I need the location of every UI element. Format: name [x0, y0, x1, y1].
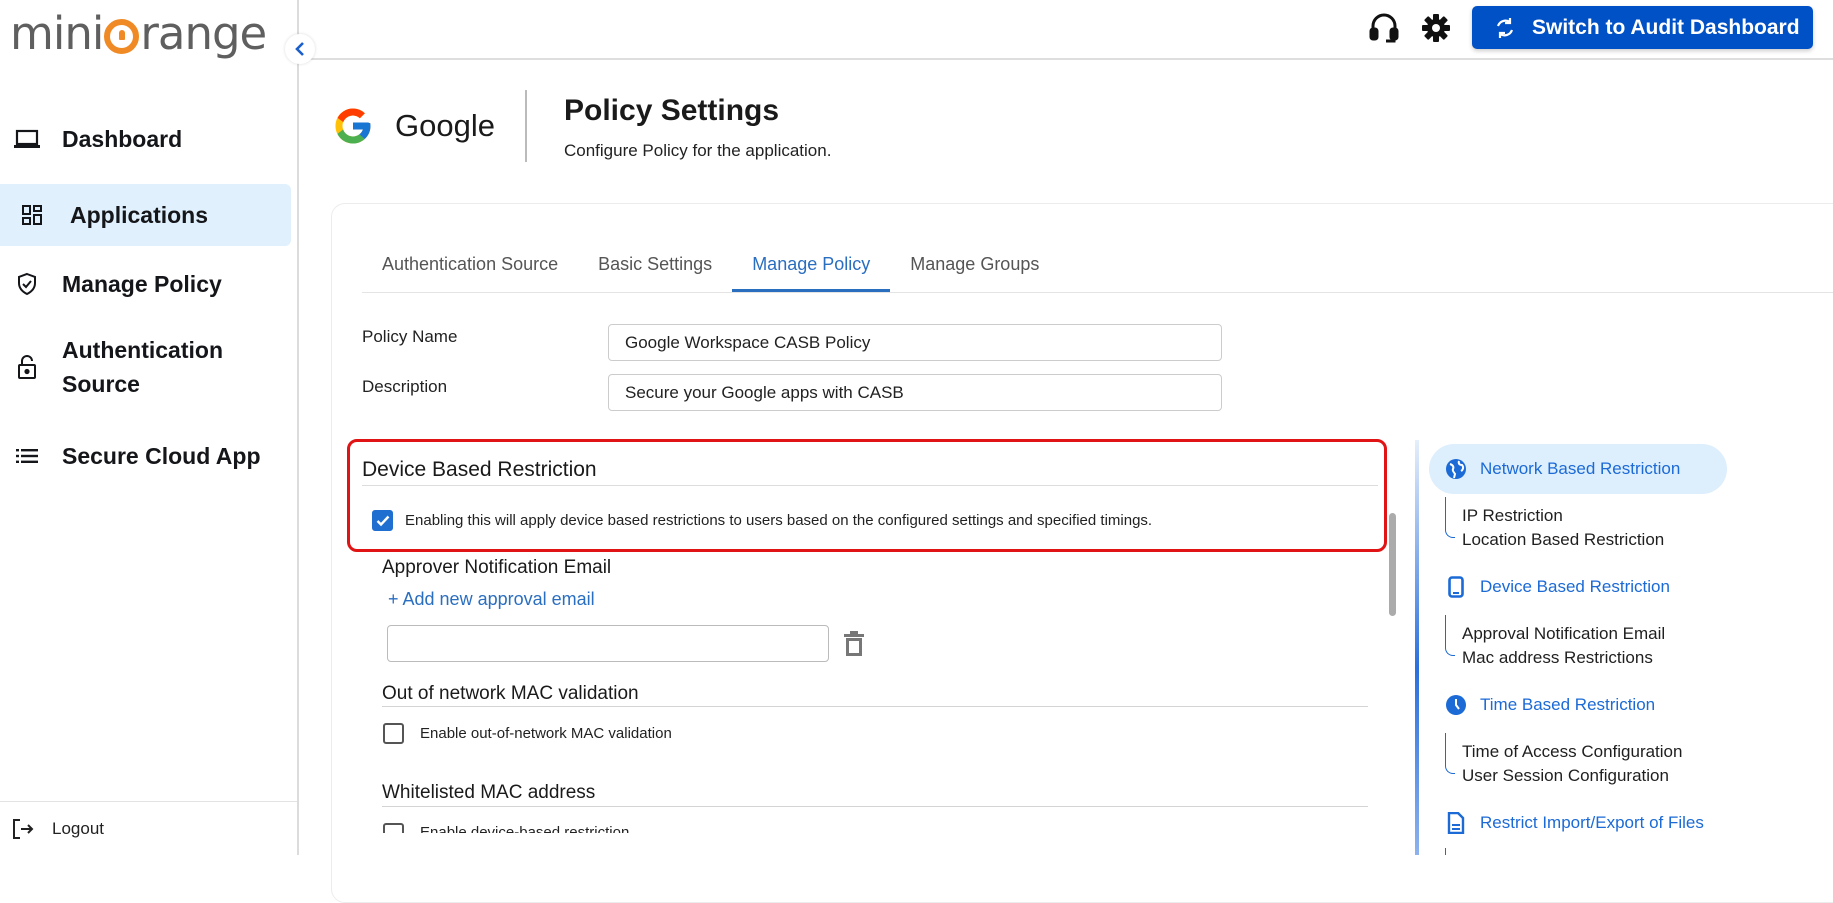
- whitelist-row-clip: Enable device-based restriction: [0, 823, 1400, 833]
- rnav-user-session-configuration[interactable]: User Session Configuration: [1462, 766, 1669, 786]
- approver-email-title: Approver Notification Email: [382, 557, 612, 578]
- whitelisted-mac-title: Whitelisted MAC address: [382, 782, 596, 803]
- content-scrollbar[interactable]: [1389, 513, 1396, 616]
- rnav-device-based-restriction[interactable]: Device Based Restriction: [1429, 562, 1670, 612]
- tree-connector: [1445, 615, 1455, 656]
- mac-validation-divider: [382, 706, 1368, 707]
- rnav-section-label: Device Based Restriction: [1480, 577, 1670, 596]
- tree-connector: [1445, 848, 1446, 855]
- mobile-icon: [1445, 576, 1467, 598]
- header-divider: [524, 90, 527, 162]
- settings-gear-icon[interactable]: [1421, 13, 1451, 43]
- sidebar-nav: Dashboard Applications Manage Policy Aut…: [0, 115, 291, 480]
- logo-text-left: mini: [10, 6, 104, 60]
- audit-button-label: Switch to Audit Dashboard: [1532, 15, 1800, 39]
- globe-icon: [1445, 458, 1467, 480]
- rnav-approval-notification-email[interactable]: Approval Notification Email: [1462, 624, 1665, 644]
- sync-icon: [1494, 17, 1516, 39]
- switch-to-audit-dashboard-button[interactable]: Switch to Audit Dashboard: [1472, 6, 1813, 49]
- rnav-section-label: Network Based Restriction: [1480, 459, 1681, 478]
- policy-name-label: Policy Name: [362, 327, 458, 346]
- policy-tabs: Authentication Source Basic Settings Man…: [362, 240, 1059, 292]
- mac-validation-checkbox-label: Enable out-of-network MAC validation: [420, 725, 672, 742]
- rnav-network-based-restriction[interactable]: Network Based Restriction: [1429, 444, 1727, 494]
- tab-manage-policy[interactable]: Manage Policy: [732, 240, 891, 292]
- mac-validation-title: Out of network MAC validation: [382, 683, 639, 704]
- checkmark-icon: [376, 515, 389, 526]
- whitelisted-mac-divider: [382, 806, 1368, 807]
- whitelist-checkbox[interactable]: [383, 823, 404, 833]
- rnav-time-of-access-configuration[interactable]: Time of Access Configuration: [1462, 742, 1682, 762]
- tab-manage-groups[interactable]: Manage Groups: [890, 240, 1059, 292]
- sidebar-item-manage-policy[interactable]: Manage Policy: [0, 256, 291, 312]
- google-logo-icon: [335, 108, 371, 144]
- policy-name-input[interactable]: [608, 324, 1222, 361]
- approval-email-input[interactable]: [387, 625, 829, 662]
- sidebar: mini range Dashboard Applications Manage …: [0, 0, 299, 855]
- unlock-icon: [14, 354, 40, 380]
- tree-connector: [1445, 733, 1455, 774]
- logo-text-right: range: [140, 6, 267, 60]
- device-restriction-checkbox-label: Enabling this will apply device based re…: [405, 512, 1153, 529]
- device-restriction-checkbox[interactable]: [372, 510, 393, 531]
- tabs-divider: [362, 292, 1833, 293]
- sidebar-item-label: Authentication Source: [62, 337, 223, 397]
- laptop-icon: [14, 126, 40, 152]
- sidebar-item-dashboard[interactable]: Dashboard: [0, 115, 291, 163]
- delete-email-icon[interactable]: [843, 631, 865, 657]
- tab-basic-settings[interactable]: Basic Settings: [578, 240, 732, 292]
- sidebar-item-label: Secure Cloud App: [62, 442, 261, 469]
- sidebar-item-label: Dashboard: [62, 125, 183, 152]
- sidebar-item-label: Applications: [70, 201, 209, 228]
- app-name: Google: [395, 108, 495, 143]
- add-approval-email-link[interactable]: + Add new approval email: [388, 589, 595, 610]
- rnav-section-label: Restrict Import/Export of Files: [1480, 813, 1704, 832]
- list-icon: [14, 443, 40, 469]
- rnav-restrict-import-export[interactable]: Restrict Import/Export of Files: [1429, 798, 1704, 848]
- rnav-location-based-restriction[interactable]: Location Based Restriction: [1462, 530, 1664, 550]
- logo-lock-icon: [104, 18, 140, 54]
- device-restriction-divider: [362, 485, 1378, 486]
- right-nav-rail: [1415, 440, 1419, 855]
- collapse-sidebar-button[interactable]: [285, 34, 315, 64]
- page-subtitle: Configure Policy for the application.: [564, 141, 832, 160]
- device-restriction-title: Device Based Restriction: [362, 458, 597, 481]
- sidebar-item-authentication-source[interactable]: Authentication Source: [0, 326, 291, 408]
- sidebar-item-applications[interactable]: Applications: [0, 184, 291, 246]
- shield-check-icon: [14, 271, 40, 297]
- description-input[interactable]: [608, 374, 1222, 411]
- clock-icon: [1445, 694, 1467, 716]
- document-icon: [1445, 812, 1467, 834]
- chevron-left-icon: [295, 42, 304, 56]
- page-title: Policy Settings: [564, 94, 780, 127]
- sidebar-item-label: Manage Policy: [62, 270, 222, 297]
- rnav-time-based-restriction[interactable]: Time Based Restriction: [1429, 680, 1655, 730]
- mac-validation-checkbox[interactable]: [383, 723, 404, 744]
- rnav-ip-restriction[interactable]: IP Restriction: [1462, 506, 1563, 526]
- tree-connector: [1445, 497, 1455, 538]
- rnav-mac-address-restrictions[interactable]: Mac address Restrictions: [1462, 648, 1653, 668]
- tab-authentication-source[interactable]: Authentication Source: [362, 240, 578, 292]
- apps-grid-icon: [19, 202, 45, 228]
- description-label: Description: [362, 377, 448, 396]
- sidebar-item-secure-cloud-app[interactable]: Secure Cloud App: [0, 432, 291, 480]
- top-bar: Switch to Audit Dashboard: [301, 0, 1833, 60]
- rnav-section-label: Time Based Restriction: [1480, 695, 1656, 714]
- minorange-logo: mini range: [10, 6, 267, 60]
- device-restriction-highlight: [347, 439, 1387, 552]
- whitelist-checkbox-label: Enable device-based restriction: [420, 824, 630, 833]
- app-header: Google: [332, 90, 527, 162]
- support-headset-icon[interactable]: [1369, 12, 1399, 44]
